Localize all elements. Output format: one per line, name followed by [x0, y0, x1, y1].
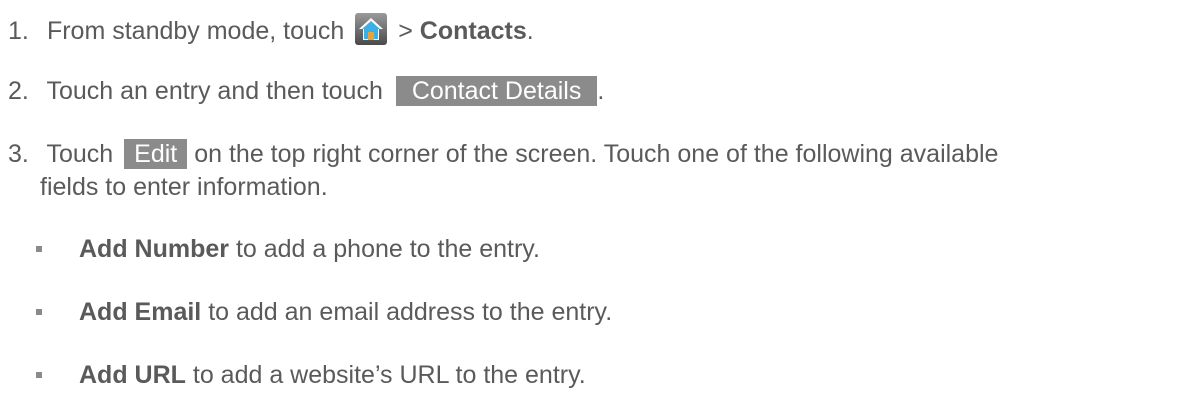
list-item-text: to add a website’s URL to the entry. [192, 361, 586, 389]
step-text-continued: on the top right corner of the screen. T… [194, 140, 999, 168]
edit-button[interactable]: Edit [124, 139, 188, 169]
step-3-line-2: fields to enter information. [40, 172, 328, 202]
step-text: fields to enter information. [40, 173, 328, 201]
bullet-icon [36, 309, 42, 315]
step-number: 1. [8, 17, 29, 45]
list-item: Add Number to add a phone to the entry. [79, 234, 540, 264]
step-suffix: . [526, 17, 534, 45]
bullet-icon [36, 372, 42, 378]
home-icon [355, 13, 388, 45]
list-item: Add URL to add a website’s URL to the en… [79, 360, 586, 390]
add-number-label: Add Number [79, 235, 229, 263]
list-item-text: to add an email address to the entry. [208, 298, 613, 326]
step-3: 3. Touch Edit on the top right corner of… [8, 139, 998, 169]
separator: > [398, 17, 413, 45]
bullet-icon [36, 246, 42, 252]
step-text: From standby mode, touch [46, 17, 345, 45]
contact-details-button[interactable]: Contact Details [395, 76, 598, 106]
step-number: 3. [8, 140, 29, 168]
add-email-label: Add Email [79, 298, 202, 326]
step-text: Touch [46, 140, 114, 168]
list-item-text: to add a phone to the entry. [235, 235, 540, 263]
step-suffix: . [597, 77, 605, 105]
contacts-label: Contacts [419, 17, 527, 45]
step-2: 2. Touch an entry and then touch Contact… [8, 76, 604, 106]
step-text: Touch an entry and then touch [46, 77, 383, 105]
add-url-label: Add URL [79, 361, 186, 389]
step-1: 1. From standby mode, touch > Contacts. [8, 13, 534, 46]
list-item: Add Email to add an email address to the… [79, 297, 612, 327]
step-number: 2. [8, 77, 29, 105]
